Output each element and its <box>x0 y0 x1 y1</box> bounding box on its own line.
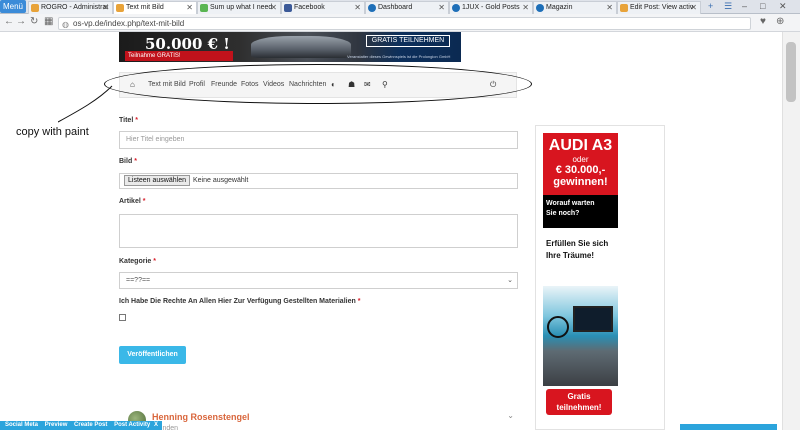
banner-join-button[interactable]: GRATIS TEILNEHMEN <box>366 35 450 47</box>
tv-image <box>573 306 613 332</box>
wordpress-icon <box>368 4 376 12</box>
ad-gratis-button[interactable]: Gratis teilnehmen! <box>546 389 612 415</box>
toolbar-create-post[interactable]: Create Post <box>74 422 107 428</box>
ad-or: oder <box>572 155 589 164</box>
site-favicon-icon <box>116 4 124 12</box>
file-choose-button[interactable]: Listeen auswählen <box>124 175 190 186</box>
tab-menu-icon[interactable]: ☰ <box>724 0 732 13</box>
prize-image <box>543 286 618 386</box>
banner-fineprint: Veranstalter dieses Gewinnspiels ist die… <box>347 54 451 59</box>
tab-close-icon[interactable]: ✕ <box>102 2 109 13</box>
article-textarea[interactable] <box>119 214 518 248</box>
tab-close-icon[interactable]: ✕ <box>606 2 613 13</box>
ad-win: gewinnen! <box>553 176 608 188</box>
reload-icon[interactable]: ↻ <box>30 16 38 27</box>
file-status: Keine ausgewählt <box>193 177 249 184</box>
tab-label: Text mit Bild <box>126 4 164 11</box>
article-label: Artikel * <box>119 198 146 205</box>
wordpress-icon <box>452 4 460 12</box>
annotation-arrow <box>58 85 113 123</box>
ad-question: Worauf warten Sie noch? <box>543 195 618 228</box>
scrollbar-thumb[interactable] <box>786 42 796 102</box>
close-window-icon[interactable]: ✕ <box>779 0 787 13</box>
tab-facebook[interactable]: Facebook ✕ <box>281 1 365 14</box>
download-icon[interactable]: ⊕ <box>776 16 784 27</box>
maximize-icon[interactable]: □ <box>760 0 765 13</box>
audi-ad[interactable]: AUDI A3 oder € 30.000,- gewinnen! Worauf… <box>543 133 618 228</box>
tab-close-icon[interactable]: ✕ <box>354 2 361 13</box>
tab-sum-up[interactable]: Sum up what I need ✕ <box>197 1 281 14</box>
car-image <box>251 36 351 58</box>
banner-ad[interactable]: 50.000 € ! Teilnahme GRATIS! GRATIS TEIL… <box>119 32 461 62</box>
url-text: os-vp.de/index.php/text-mit-bild <box>73 19 185 28</box>
tab-label: Dashboard <box>378 4 413 11</box>
tab-label: Edit Post: View activ <box>630 4 694 11</box>
browser-tab-bar: Menü ROGRO - Administrat ✕ Text mit Bild… <box>0 0 800 14</box>
ad-brand: AUDI A3 <box>548 137 613 154</box>
address-bar: ← → ↻ ▦ ◍ os-vp.de/index.php/text-mit-bi… <box>0 14 800 32</box>
image-file-input[interactable]: Listeen auswählen Keine ausgewählt <box>119 173 518 189</box>
rights-label: Ich Habe Die Rechte An Allen Hier Zur Ve… <box>119 298 361 305</box>
tab-gold-posts[interactable]: 1JUX - Gold Posts ✕ <box>449 1 533 14</box>
toolbar-preview[interactable]: Preview <box>45 422 68 428</box>
ad-dream-text: Erfüllen Sie sich Ihre Träume! <box>546 239 609 260</box>
category-select[interactable]: ==??== ⌄ <box>119 272 518 289</box>
admin-toolbar: Social Meta Preview Create Post Post Act… <box>0 421 162 430</box>
new-tab-button[interactable]: + <box>708 0 713 13</box>
sidebar-ad[interactable]: AUDI A3 oder € 30.000,- gewinnen! Worauf… <box>535 125 665 430</box>
url-field[interactable]: ◍ os-vp.de/index.php/text-mit-bild <box>58 17 751 30</box>
toolbar-post-activity[interactable]: Post Activity <box>114 422 150 428</box>
site-favicon-icon <box>31 4 39 12</box>
globe-icon: ◍ <box>62 20 69 29</box>
annotation-text: copy with paint <box>16 126 89 138</box>
tab-label: Magazin <box>546 4 573 11</box>
tab-label: Facebook <box>294 4 325 11</box>
tab-close-icon[interactable]: ✕ <box>270 2 277 13</box>
rights-checkbox[interactable] <box>119 314 126 321</box>
browser-menu-button[interactable]: Menü <box>0 0 26 13</box>
activity-item: Henning Rosenstengel Stunden ⌄ <box>128 408 518 432</box>
tab-close-icon[interactable]: ✕ <box>690 2 697 13</box>
wordpress-icon <box>536 4 544 12</box>
category-label: Kategorie * <box>119 258 157 265</box>
toolbar-close-icon[interactable]: X <box>154 421 158 430</box>
facebook-icon <box>284 4 292 12</box>
category-value: ==??== <box>126 277 151 284</box>
minimize-icon[interactable]: – <box>742 0 747 13</box>
tab-close-icon[interactable]: ✕ <box>438 2 445 13</box>
tab-text-mit-bild[interactable]: Text mit Bild ✕ <box>113 1 197 14</box>
tab-label: ROGRO - Administrat <box>41 4 109 11</box>
author-name[interactable]: Henning Rosenstengel <box>152 412 250 422</box>
title-label: Titel * <box>119 117 138 124</box>
heart-icon[interactable]: ♥ <box>760 16 766 27</box>
toolbar-social-meta[interactable]: Social Meta <box>5 422 38 428</box>
title-input[interactable]: Hier Titel eingeben <box>119 131 518 149</box>
annotation-outline <box>104 64 532 104</box>
chat-bar[interactable] <box>680 424 777 430</box>
tab-magazin[interactable]: Magazin ✕ <box>533 1 617 14</box>
bike-image <box>547 316 569 338</box>
chevron-down-icon: ⌄ <box>507 277 513 284</box>
chevron-down-icon[interactable]: ⌄ <box>507 411 514 420</box>
back-icon[interactable]: ← <box>4 16 14 27</box>
tab-dashboard[interactable]: Dashboard ✕ <box>365 1 449 14</box>
site-favicon-icon <box>620 4 628 12</box>
tab-close-icon[interactable]: ✕ <box>186 2 193 13</box>
tab-rogro[interactable]: ROGRO - Administrat ✕ <box>28 1 113 14</box>
page-scrollbar[interactable] <box>782 32 800 430</box>
forward-icon[interactable]: → <box>16 16 26 27</box>
tab-edit-post[interactable]: Edit Post: View activ ✕ <box>617 1 701 14</box>
tab-close-icon[interactable]: ✕ <box>522 2 529 13</box>
image-label: Bild * <box>119 158 137 165</box>
site-favicon-icon <box>200 4 208 12</box>
tab-label: 1JUX - Gold Posts <box>462 4 520 11</box>
speed-dial-icon[interactable]: ▦ <box>44 16 53 27</box>
banner-subline: Teilnahme GRATIS! <box>125 51 233 61</box>
ad-amount: € 30.000,- <box>555 164 606 176</box>
tab-label: Sum up what I need <box>210 4 273 11</box>
publish-button[interactable]: Veröffentlichen <box>119 346 186 364</box>
